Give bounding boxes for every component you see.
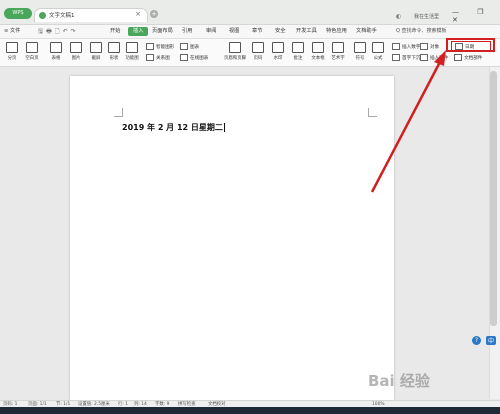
os-taskbar [0, 407, 500, 414]
document-tab-title: 文字文稿1 [49, 13, 75, 19]
menu-bar: ≡ 文件 🖫🖶🗋↶↷ 开始 插入 页面布局 引用 审阅 视图 章节 安全 开发工… [0, 25, 500, 39]
blank-page-button[interactable]: 空白页 [22, 41, 42, 65]
insert-attachment-button[interactable]: 插入附件 [420, 54, 448, 61]
document-text-line[interactable]: 2019 年 2 月 12 日星期二 [122, 122, 225, 133]
scrollbar-thumb[interactable] [490, 71, 497, 326]
document-page[interactable]: 2019 年 2 月 12 日星期二 [70, 76, 394, 400]
function-chart-icon [126, 42, 138, 53]
quick-access-toolbar[interactable]: 🖫🖶🗋↶↷ [38, 25, 79, 38]
comment-button[interactable]: 批注 [288, 41, 308, 65]
pi-icon [372, 42, 384, 53]
menu-insert[interactable]: 插入 [128, 27, 149, 36]
shape-icon [108, 42, 120, 53]
relation-chart-button[interactable]: 关系图 [146, 54, 170, 61]
menu-developer[interactable]: 开发工具 [296, 25, 317, 38]
object-button[interactable]: 对象 [420, 43, 439, 50]
symbol-button[interactable]: 符号 [350, 41, 370, 65]
insert-number-button[interactable]: 插入数字 [392, 43, 420, 50]
menu-home[interactable]: 开始 [110, 25, 120, 38]
menu-doc-assistant[interactable]: 文档助手 [356, 25, 377, 38]
menu-references[interactable]: 引用 [182, 25, 192, 38]
chart-icon [180, 43, 188, 50]
doc-parts-icon [454, 54, 462, 61]
wordart-button[interactable]: 艺术字 [328, 41, 348, 65]
search-command[interactable]: Q 查找命令、搜索模板 [396, 25, 447, 38]
drop-cap-button[interactable]: 首字下沉 [392, 54, 420, 61]
menu-page-layout[interactable]: 页面布局 [152, 25, 173, 38]
watermark-button[interactable]: 水印 [268, 41, 288, 65]
document-icon [39, 12, 46, 19]
doc-parts-button[interactable]: 文档部件 [454, 54, 482, 61]
title-bar: WPS 文字文稿1 × + ◐ 我在生活里 — ❐ ✕ [0, 0, 500, 25]
document-tab[interactable]: 文字文稿1 × [34, 8, 148, 22]
baidu-watermark: Bai 经验 [368, 372, 430, 390]
page-number-icon [252, 42, 264, 53]
menu-security[interactable]: 安全 [275, 25, 285, 38]
text-cursor [223, 123, 225, 132]
formula-button[interactable]: 公式 [368, 41, 388, 65]
menu-features[interactable]: 特色应用 [326, 25, 347, 38]
comment-icon [292, 42, 304, 53]
menu-file[interactable]: ≡ 文件 [4, 25, 20, 38]
watermark-icon [272, 42, 284, 53]
drop-cap-icon [392, 54, 400, 61]
picture-button[interactable]: 图片 [66, 41, 86, 65]
menu-chapter[interactable]: 章节 [252, 25, 262, 38]
page-break-icon [6, 42, 18, 53]
scissors-icon [90, 42, 102, 53]
margin-corner-top-right [368, 108, 377, 117]
attachment-icon [420, 54, 428, 61]
insert-ribbon: 分页 空白页 表格 图片 截屏 形状 功能图 智能图形 图表 关系图 在线图表 … [0, 39, 500, 67]
online-chart-icon [180, 54, 188, 61]
function-chart-button[interactable]: 功能图 [122, 41, 142, 65]
blank-page-icon [26, 42, 38, 53]
screenshot-button[interactable]: 截屏 [86, 41, 106, 65]
wps-home-tab[interactable]: WPS [4, 8, 32, 19]
wordart-icon [332, 42, 344, 53]
chart-small-button[interactable]: 图表 [180, 43, 199, 50]
textbox-button[interactable]: 文本框 [308, 41, 328, 65]
number-icon [392, 43, 400, 50]
omega-icon [354, 42, 366, 53]
window-controls[interactable]: — ❐ ✕ [452, 8, 500, 24]
table-icon [50, 42, 62, 53]
new-tab-button[interactable]: + [150, 10, 158, 18]
close-tab-icon[interactable]: × [135, 10, 141, 18]
online-chart-button[interactable]: 在线图表 [180, 54, 208, 61]
textbox-icon [312, 42, 324, 53]
ime-indicator[interactable]: 中 [486, 336, 497, 345]
skin-icon[interactable]: ◐ [396, 13, 401, 20]
menu-view[interactable]: 视图 [229, 25, 239, 38]
menu-review[interactable]: 审阅 [206, 25, 216, 38]
margin-corner-top-left [114, 108, 123, 117]
header-footer-icon [229, 42, 241, 53]
header-footer-button[interactable]: 页眉和页脚 [222, 41, 248, 65]
page-break-button[interactable]: 分页 [2, 41, 22, 65]
table-button[interactable]: 表格 [46, 41, 66, 65]
relation-icon [146, 54, 154, 61]
picture-icon [70, 42, 82, 53]
user-name[interactable]: 我在生活里 [414, 13, 439, 20]
smart-shape-button[interactable]: 智能图形 [146, 43, 174, 50]
date-highlight-box [446, 38, 495, 52]
page-number-button[interactable]: 页码 [248, 41, 268, 65]
smart-shape-icon [146, 43, 154, 50]
shape-button[interactable]: 形状 [104, 41, 124, 65]
help-icon[interactable]: ? [472, 336, 481, 345]
object-icon [420, 43, 428, 50]
